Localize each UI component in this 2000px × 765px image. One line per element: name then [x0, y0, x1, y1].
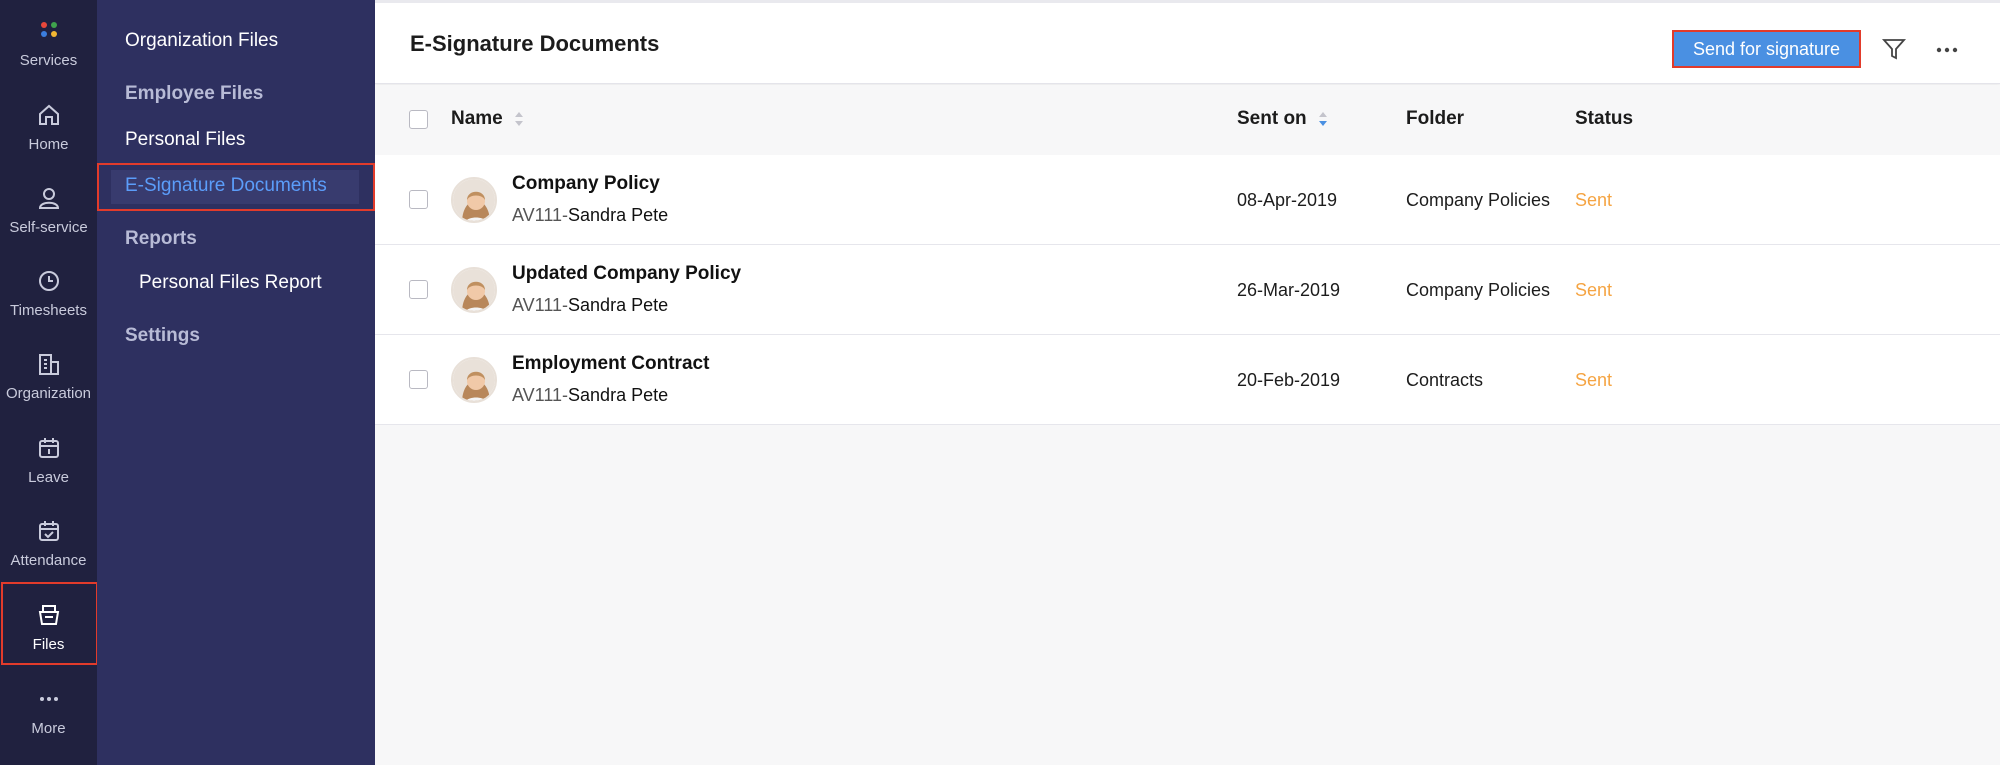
building-icon [38, 354, 59, 375]
column-folder: Folder [1406, 108, 1465, 129]
submenu-settings[interactable]: Settings [125, 325, 200, 347]
column-sent-on-label: Sent on [1237, 108, 1307, 129]
employee-id: AV111- [512, 295, 569, 315]
row-checkbox[interactable] [409, 190, 428, 209]
calendar-icon [38, 438, 59, 458]
select-all-checkbox[interactable] [409, 110, 428, 129]
more-options-icon[interactable] [1934, 36, 1960, 62]
document-owner: AV111-Sandra Pete [512, 385, 668, 406]
table-header: Name Sent on Folder Status [375, 85, 2000, 155]
employee-id: AV111- [512, 385, 569, 405]
employee-name: Sandra Pete [568, 205, 669, 225]
submenu-personal-files[interactable]: Personal Files [125, 129, 245, 151]
document-owner: AV111-Sandra Pete [512, 205, 668, 226]
page-title: E-Signature Documents [410, 31, 660, 56]
calendar-check-icon [38, 521, 59, 541]
folder-name: Contracts [1406, 370, 1484, 390]
rail-label-leave: Leave [28, 469, 69, 486]
esignature-highlight-box [97, 163, 375, 211]
sent-on-date: 20-Feb-2019 [1237, 370, 1341, 390]
rail-item-organization[interactable]: Organization [0, 351, 97, 402]
rail-label-services: Services [19, 52, 78, 69]
avatar [451, 267, 497, 313]
rail-item-self-service[interactable]: Self-service [0, 185, 97, 236]
files-submenu: Organization Files Employee Files Person… [97, 0, 375, 765]
status-badge: Sent [1575, 190, 1613, 210]
employee-name: Sandra Pete [568, 295, 669, 315]
send-for-signature-button[interactable]: Send for signature [1672, 30, 1861, 68]
rail-item-more[interactable]: More [0, 686, 97, 737]
submenu-organization-files[interactable]: Organization Files [125, 30, 278, 52]
rail-item-timesheets[interactable]: Timesheets [0, 268, 97, 319]
rail-label-self-service: Self-service [9, 219, 88, 236]
sort-icon[interactable] [514, 110, 524, 128]
table-row[interactable]: Updated Company Policy AV111-Sandra Pete… [375, 245, 2000, 335]
row-checkbox[interactable] [409, 370, 428, 389]
sent-on-date: 08-Apr-2019 [1237, 190, 1338, 210]
employee-name: Sandra Pete [568, 385, 669, 405]
folder-name: Company Policies [1406, 280, 1551, 300]
sent-on-date: 26-Mar-2019 [1237, 280, 1341, 300]
submenu-reports[interactable]: Reports [125, 228, 197, 250]
row-checkbox[interactable] [409, 280, 428, 299]
folder-name: Company Policies [1406, 190, 1551, 210]
avatar [451, 357, 497, 403]
column-sent-on[interactable]: Sent on [1237, 108, 1328, 130]
page-header: E-Signature Documents Send for signature [375, 0, 2000, 84]
table-row[interactable]: Company Policy AV111-Sandra Pete 08-Apr-… [375, 155, 2000, 245]
rail-label-attendance: Attendance [10, 552, 87, 569]
sort-descending-icon[interactable] [1318, 110, 1328, 128]
avatar [451, 177, 497, 223]
column-name-label: Name [451, 108, 503, 129]
submenu-personal-files-report[interactable]: Personal Files Report [139, 272, 322, 294]
rail-item-attendance[interactable]: Attendance [0, 518, 97, 569]
clock-icon [38, 271, 59, 291]
table-row[interactable]: Employment Contract AV111-Sandra Pete 20… [375, 335, 2000, 425]
column-name[interactable]: Name [451, 108, 524, 130]
files-highlight-box [1, 582, 98, 665]
main-content: E-Signature Documents Send for signature… [375, 0, 2000, 765]
document-name[interactable]: Company Policy [512, 173, 660, 195]
document-name[interactable]: Updated Company Policy [512, 263, 741, 285]
home-icon [38, 104, 59, 125]
rail-label-timesheets: Timesheets [10, 302, 87, 319]
rail-label-organization: Organization [5, 385, 92, 402]
rail-item-leave[interactable]: Leave [0, 435, 97, 486]
document-name[interactable]: Employment Contract [512, 353, 709, 375]
document-owner: AV111-Sandra Pete [512, 295, 668, 316]
documents-table: Name Sent on Folder Status Company Polic… [375, 85, 2000, 425]
status-badge: Sent [1575, 370, 1613, 390]
rail-label-home: Home [28, 136, 69, 153]
column-status: Status [1575, 108, 1634, 129]
services-icon [40, 22, 57, 37]
ellipsis-icon [39, 697, 58, 701]
rail-item-home[interactable]: Home [0, 102, 97, 153]
employee-id: AV111- [512, 205, 569, 225]
user-icon [38, 188, 59, 209]
filter-icon[interactable] [1881, 36, 1907, 62]
rail-item-services[interactable]: Services [0, 18, 97, 69]
submenu-employee-files[interactable]: Employee Files [125, 83, 263, 105]
app-rail: Services Home Self-service Timesheets Or… [0, 0, 98, 765]
status-badge: Sent [1575, 280, 1613, 300]
rail-label-more: More [31, 720, 66, 737]
